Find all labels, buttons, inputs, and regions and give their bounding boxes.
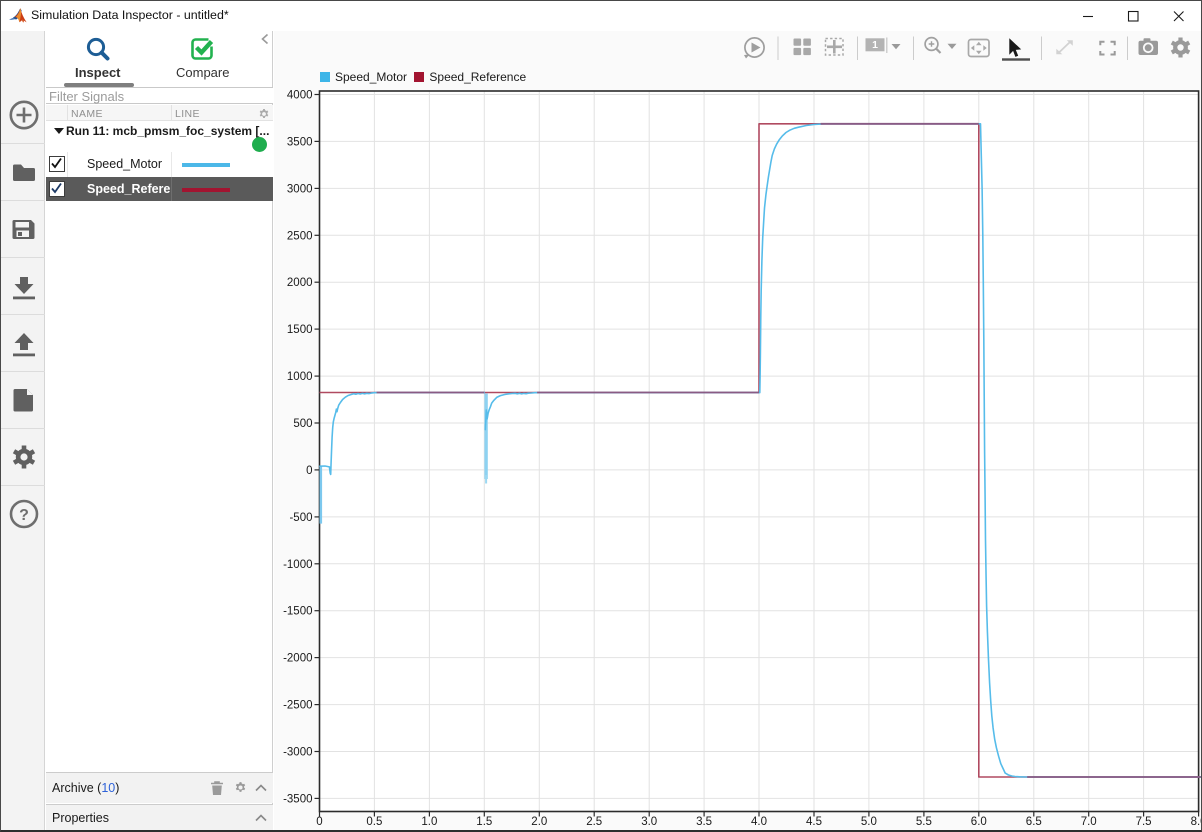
svg-text:0: 0 — [306, 465, 312, 477]
svg-text:500: 500 — [293, 418, 312, 430]
svg-text:0.5: 0.5 — [366, 816, 382, 828]
svg-text:4.0: 4.0 — [751, 816, 767, 828]
svg-text:2500: 2500 — [287, 230, 313, 242]
svg-text:-3500: -3500 — [283, 793, 312, 805]
svg-text:1: 1 — [872, 39, 878, 51]
svg-text:-2500: -2500 — [283, 700, 312, 712]
svg-text:3.0: 3.0 — [641, 816, 657, 828]
svg-text:-3000: -3000 — [283, 747, 312, 759]
svg-text:1500: 1500 — [287, 324, 313, 336]
svg-text:6.0: 6.0 — [971, 816, 987, 828]
svg-text:3000: 3000 — [287, 183, 313, 195]
svg-text:3500: 3500 — [287, 136, 313, 148]
svg-text:?: ? — [19, 507, 29, 524]
svg-text:1.5: 1.5 — [476, 816, 492, 828]
svg-text:4.5: 4.5 — [806, 816, 822, 828]
svg-text:7.5: 7.5 — [1136, 816, 1152, 828]
svg-text:5.5: 5.5 — [916, 816, 932, 828]
svg-text:-1500: -1500 — [283, 606, 312, 618]
svg-text:5.0: 5.0 — [861, 816, 877, 828]
svg-text:-1000: -1000 — [283, 559, 312, 571]
svg-text:3.5: 3.5 — [696, 816, 712, 828]
svg-text:8.0: 8.0 — [1191, 816, 1202, 828]
svg-text:4000: 4000 — [287, 90, 313, 102]
svg-text:-2000: -2000 — [283, 653, 312, 665]
svg-text:0: 0 — [316, 816, 322, 828]
svg-text:1.0: 1.0 — [421, 816, 437, 828]
svg-text:6.5: 6.5 — [1026, 816, 1042, 828]
svg-text:-500: -500 — [289, 512, 312, 524]
svg-text:2.5: 2.5 — [586, 816, 602, 828]
svg-text:2.0: 2.0 — [531, 816, 547, 828]
svg-text:7.0: 7.0 — [1081, 816, 1097, 828]
svg-text:2000: 2000 — [287, 277, 313, 289]
svg-text:1000: 1000 — [287, 371, 313, 383]
